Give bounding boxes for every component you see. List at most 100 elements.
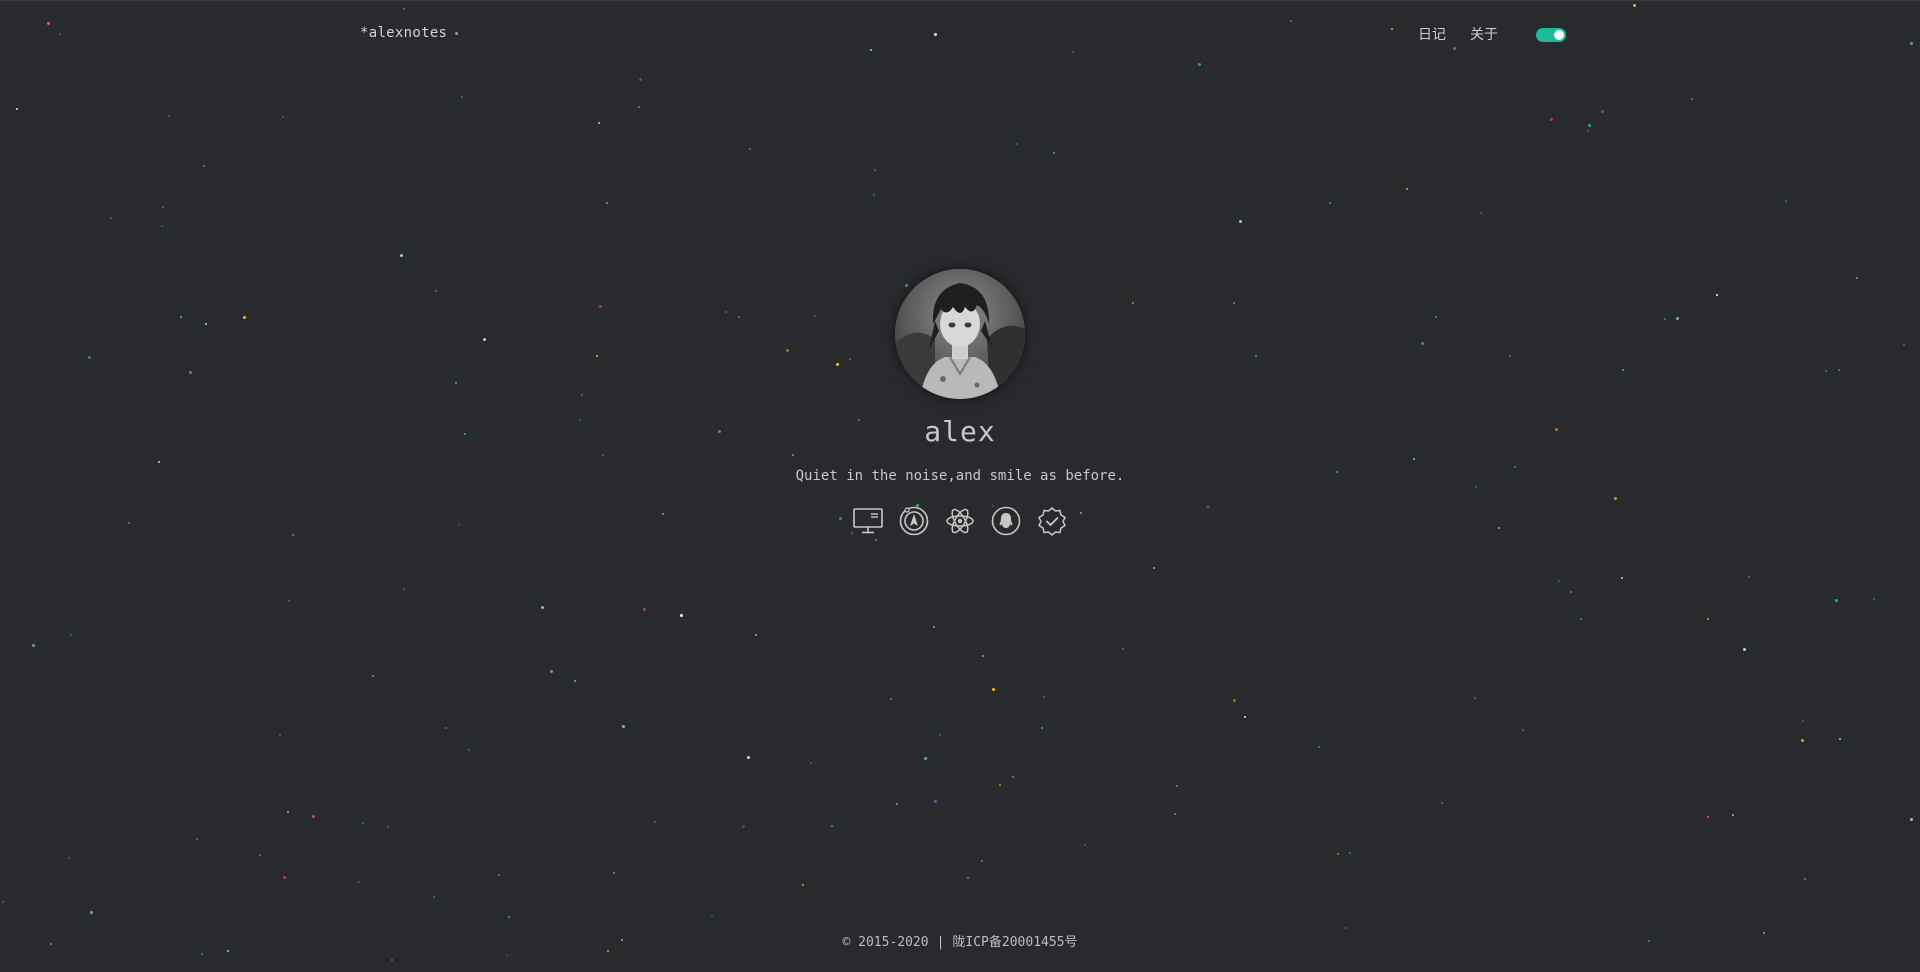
star-particle [2, 901, 4, 903]
star-particle [849, 358, 851, 360]
star-particle [607, 950, 609, 952]
star-particle [905, 284, 908, 287]
star-particle [1873, 598, 1875, 600]
star-particle [32, 644, 35, 647]
star-particle [749, 148, 751, 150]
star-particle [599, 305, 602, 308]
qq-link[interactable] [989, 505, 1023, 537]
avatar [895, 269, 1025, 399]
star-particle [622, 725, 625, 728]
star-particle [1153, 567, 1155, 569]
star-particle [680, 614, 683, 617]
star-particle [1084, 844, 1086, 846]
star-particle [747, 756, 750, 759]
star-particle [1318, 746, 1320, 748]
star-particle [967, 877, 969, 879]
star-particle [1406, 188, 1408, 190]
star-particle [196, 838, 198, 840]
star-particle [1664, 318, 1666, 320]
footer-separator: | [936, 935, 945, 950]
compass-link[interactable] [897, 505, 931, 537]
star-particle [598, 122, 600, 124]
star-particle [128, 522, 130, 524]
star-particle [458, 524, 460, 526]
star-particle [836, 363, 839, 366]
star-particle [541, 606, 544, 609]
star-particle [870, 49, 872, 51]
star-particle [1550, 118, 1553, 121]
star-particle [1621, 577, 1623, 579]
star-particle [639, 78, 642, 81]
star-particle [1716, 294, 1718, 296]
star-particle [403, 8, 405, 10]
star-particle [662, 513, 664, 515]
star-particle [602, 454, 604, 456]
star-particle [1453, 47, 1456, 50]
star-particle [1691, 98, 1693, 100]
star-particle [391, 959, 393, 961]
star-particle [1903, 344, 1905, 346]
star-particle [372, 675, 374, 677]
footer-icp-link[interactable]: 陇ICP备20001455号 [952, 935, 1077, 950]
atom-link[interactable] [943, 505, 977, 537]
site-logo[interactable]: *alexnotes [360, 25, 459, 41]
star-particle [1707, 816, 1709, 818]
star-particle [711, 915, 713, 917]
star-particle [1587, 130, 1589, 132]
star-particle [1522, 729, 1524, 731]
star-particle [205, 323, 207, 325]
star-particle [875, 539, 877, 541]
star-particle [1329, 202, 1331, 204]
star-particle [90, 911, 93, 914]
star-particle [433, 896, 435, 898]
star-particle [279, 734, 281, 736]
star-particle [1622, 369, 1624, 371]
star-particle [1176, 785, 1178, 787]
star-particle [792, 454, 794, 456]
social-links [851, 505, 1069, 537]
nav-item-about[interactable]: 关于 [1470, 23, 1498, 47]
star-particle [468, 749, 470, 751]
star-particle [312, 815, 315, 818]
star-particle [981, 860, 983, 862]
star-particle [1053, 152, 1055, 154]
star-particle [1825, 370, 1827, 372]
toggle-knob [1554, 30, 1564, 40]
star-particle [243, 316, 246, 319]
star-particle [1707, 618, 1709, 620]
star-particle [283, 876, 286, 879]
star-particle [1244, 716, 1246, 718]
star-particle [1801, 739, 1804, 742]
star-particle [1580, 618, 1582, 620]
star-particle [168, 115, 170, 117]
star-particle [1337, 853, 1339, 855]
star-particle [1290, 20, 1292, 22]
star-particle [1435, 316, 1437, 318]
nav-item-diary[interactable]: 日记 [1418, 23, 1446, 47]
star-particle [934, 33, 937, 36]
star-particle [498, 874, 500, 876]
star-particle [643, 608, 646, 611]
theme-toggle[interactable] [1536, 28, 1566, 42]
star-particle [435, 290, 437, 292]
star-particle [16, 108, 18, 110]
verified-link[interactable] [1035, 505, 1069, 537]
desktop-link[interactable] [851, 505, 885, 537]
star-particle [1839, 738, 1841, 740]
compass-icon [899, 506, 929, 536]
star-particle [873, 194, 875, 196]
star-particle [581, 394, 583, 396]
atom-icon [946, 508, 974, 534]
star-particle [1239, 220, 1242, 223]
star-particle [455, 382, 457, 384]
star-particle [180, 316, 182, 318]
star-particle [1910, 42, 1913, 45]
star-particle [1835, 599, 1838, 602]
logo-text[interactable]: *alexnotes [360, 25, 447, 41]
star-particle [1012, 776, 1014, 778]
profile-name: alex [924, 415, 996, 448]
star-particle [445, 727, 447, 729]
star-particle [933, 626, 935, 628]
star-particle [88, 356, 91, 359]
star-particle [1207, 506, 1209, 508]
